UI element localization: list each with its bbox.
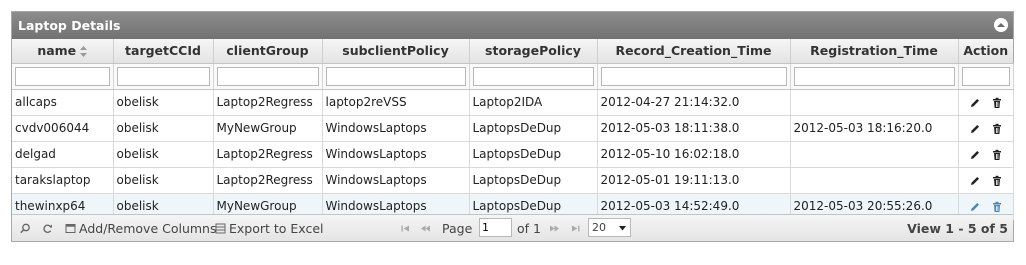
cell-clientgroup: Laptop2Regress [213, 167, 323, 194]
cell-registration-time [790, 141, 959, 168]
cell-registration-time [790, 167, 959, 194]
excel-export-icon[interactable] [215, 223, 226, 234]
edit-icon[interactable] [969, 123, 981, 135]
filter-storagepolicy-input[interactable] [472, 66, 594, 86]
filter-record-creation-time-input[interactable] [600, 66, 787, 86]
export-to-excel-button[interactable]: Export to Excel [229, 221, 324, 236]
table-row[interactable]: tarakslaptop obelisk Laptop2Regress Wind… [12, 167, 1014, 194]
refresh-icon[interactable] [42, 223, 53, 234]
cell-subclientpolicy: WindowsLaptops [322, 115, 470, 142]
filter-clientgroup-input[interactable] [216, 66, 319, 86]
edit-icon[interactable] [969, 97, 981, 109]
cell-name: tarakslaptop [12, 167, 114, 194]
table-row[interactable]: allcaps obelisk Laptop2Regress laptop2re… [12, 89, 1014, 116]
columns-icon[interactable] [65, 223, 76, 234]
grid-title: Laptop Details [18, 18, 121, 33]
cell-clientgroup: Laptop2Regress [213, 89, 323, 116]
cell-storagepolicy: LaptopsDeDup [469, 167, 598, 194]
cell-name: allcaps [12, 89, 114, 116]
filter-row [12, 63, 1014, 90]
delete-icon[interactable] [991, 149, 1003, 161]
cell-targetccid: obelisk [113, 167, 214, 194]
filter-registration-time-input[interactable] [793, 66, 955, 86]
filter-subclientpolicy-input[interactable] [325, 66, 466, 86]
rows-per-page-select[interactable]: 20 [588, 218, 631, 237]
last-page-icon[interactable] [570, 223, 581, 234]
next-page-icon[interactable] [549, 223, 560, 234]
cell-registration-time: 2012-05-03 18:16:20.0 [790, 115, 959, 142]
cell-targetccid: obelisk [113, 141, 214, 168]
filter-name-input[interactable] [15, 66, 110, 86]
cell-subclientpolicy: WindowsLaptops [322, 141, 470, 168]
column-header-storagepolicy[interactable]: storagePolicy [469, 39, 598, 64]
cell-record-creation-time: 2012-04-27 21:14:32.0 [597, 89, 791, 116]
sort-icon[interactable] [80, 46, 88, 58]
filter-action-input[interactable] [961, 66, 1010, 86]
rows-per-page-value: 20 [592, 221, 606, 234]
search-icon[interactable] [20, 223, 31, 234]
first-page-icon[interactable] [400, 223, 411, 234]
cell-targetccid: obelisk [113, 89, 214, 116]
cell-action [958, 167, 1014, 194]
cell-action [958, 141, 1014, 168]
cell-record-creation-time: 2012-05-03 18:11:38.0 [597, 115, 791, 142]
cell-name: cvdv006044 [12, 115, 114, 142]
laptop-table: name targetCCId clientGroup subclientPol… [12, 39, 1014, 220]
column-header-subclientpolicy[interactable]: subclientPolicy [322, 39, 470, 64]
collapse-icon[interactable] [994, 18, 1008, 32]
record-count-label: View 1 - 5 of 5 [907, 221, 1008, 236]
cell-clientgroup: MyNewGroup [213, 115, 323, 142]
cell-storagepolicy: LaptopsDeDup [469, 141, 598, 168]
cell-record-creation-time: 2012-05-10 16:02:18.0 [597, 141, 791, 168]
add-remove-columns-button[interactable]: Add/Remove Columns [79, 221, 217, 236]
column-header-name[interactable]: name [12, 39, 114, 64]
table-row[interactable]: cvdv006044 obelisk MyNewGroup WindowsLap… [12, 115, 1014, 142]
column-header-targetccid[interactable]: targetCCId [113, 39, 214, 64]
cell-storagepolicy: LaptopsDeDup [469, 115, 598, 142]
delete-icon[interactable] [991, 123, 1003, 135]
delete-icon[interactable] [991, 175, 1003, 187]
delete-icon[interactable] [991, 97, 1003, 109]
cell-subclientpolicy: WindowsLaptops [322, 167, 470, 194]
edit-icon[interactable] [969, 149, 981, 161]
prev-page-icon[interactable] [420, 223, 431, 234]
grid-titlebar: Laptop Details [12, 12, 1013, 39]
page-number-input[interactable] [479, 218, 512, 237]
column-header-clientgroup[interactable]: clientGroup [213, 39, 323, 64]
column-header-registration-time[interactable]: Registration_Time [790, 39, 959, 64]
chevron-down-icon [619, 226, 626, 231]
header-row: name targetCCId clientGroup subclientPol… [12, 39, 1013, 64]
filter-targetccid-input[interactable] [116, 66, 210, 86]
cell-name: delgad [12, 141, 114, 168]
delete-icon[interactable] [991, 201, 1003, 213]
column-header-action: Action [958, 39, 1013, 64]
cell-storagepolicy: Laptop2IDA [469, 89, 598, 116]
cell-registration-time [790, 89, 959, 116]
cell-clientgroup: Laptop2Regress [213, 141, 323, 168]
cell-action [958, 89, 1014, 116]
column-header-record-creation-time[interactable]: Record_Creation_Time [597, 39, 791, 64]
cell-targetccid: obelisk [113, 115, 214, 142]
page-count-label: of 1 [517, 221, 541, 236]
laptop-details-grid: Laptop Details name targetCCId clientGro… [11, 11, 1014, 242]
cell-record-creation-time: 2012-05-01 19:11:13.0 [597, 167, 791, 194]
page-label: Page [442, 221, 473, 236]
cell-subclientpolicy: laptop2reVSS [322, 89, 470, 116]
edit-icon[interactable] [969, 175, 981, 187]
cell-action [958, 115, 1014, 142]
table-row[interactable]: delgad obelisk Laptop2Regress WindowsLap… [12, 141, 1014, 168]
pager-toolbar: Add/Remove Columns Export to Excel Page … [12, 214, 1013, 241]
edit-icon[interactable] [969, 201, 981, 213]
